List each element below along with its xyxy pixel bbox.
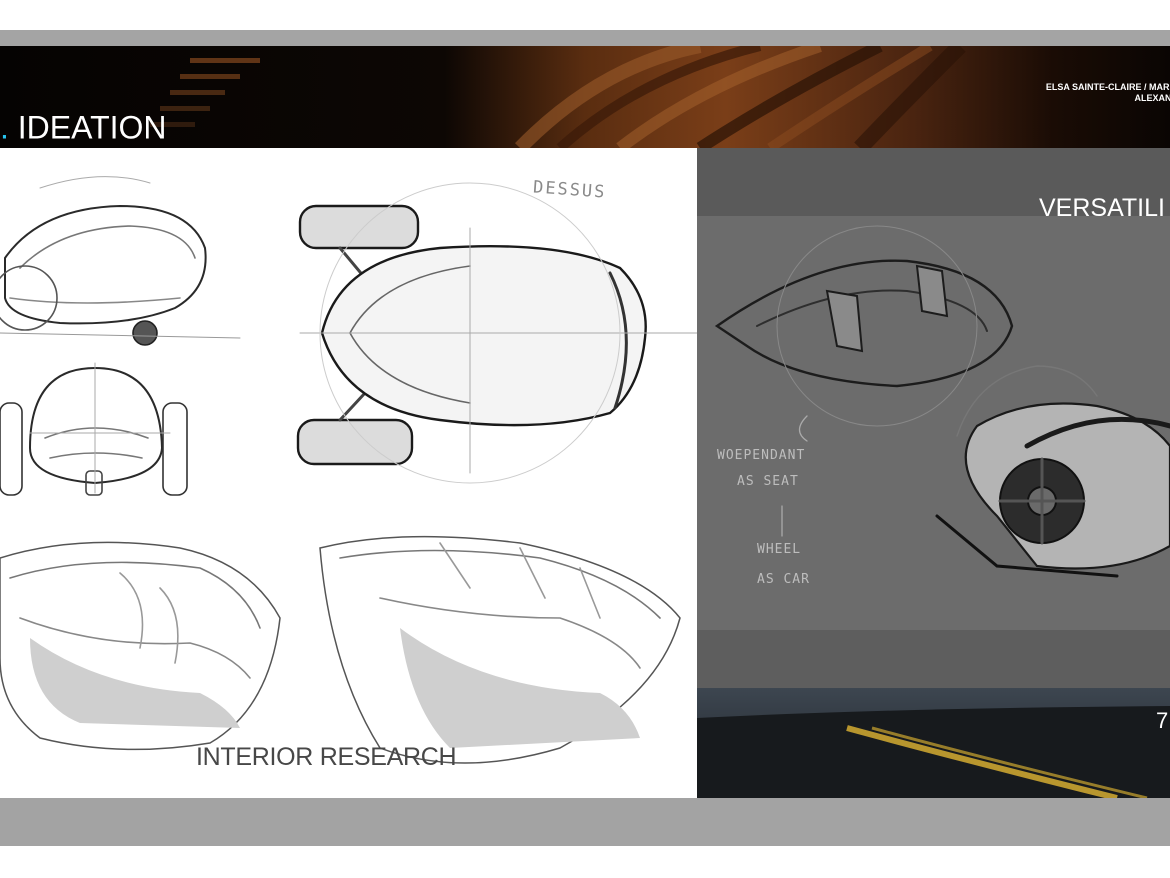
- top-view-sketch: [296, 182, 697, 484]
- credits-line-1: ELSA SAINTE-CLAIRE / MARIE: [1045, 82, 1170, 92]
- page-number: 7: [1156, 708, 1169, 733]
- author-credits: ELSA SAINTE-CLAIRE / MARIE ALEXAND: [1046, 82, 1170, 104]
- interior-research-caption: INTERIOR RESEARCH: [196, 743, 457, 771]
- interior-sketch-right: [319, 535, 681, 764]
- slide-title: . IDEATION: [0, 110, 167, 147]
- slide-frame-bottom: [0, 798, 1170, 846]
- side-view-sketch: [0, 176, 241, 346]
- front-view-sketch: [0, 362, 188, 496]
- vehicle-sketches: [0, 176, 697, 764]
- road-photo: [697, 688, 1170, 798]
- credits-line-2: ALEXAND: [1134, 93, 1170, 103]
- handwriting-line-4: AS CAR: [757, 572, 810, 587]
- handwriting-line-1: WOEPENDANT: [717, 448, 806, 463]
- versatility-mid-band: [697, 630, 1170, 688]
- title-accent: .: [0, 109, 9, 146]
- title-text: IDEATION: [8, 109, 167, 146]
- versatility-panel: VERSATILI WOEPENDANT AS SEAT WHEEL AS CA…: [697, 148, 1170, 798]
- interior-sketch-left: [0, 541, 281, 751]
- header-background-image: [0, 46, 1170, 148]
- handwriting-line-3: WHEEL: [757, 542, 802, 557]
- handwriting-line-2: AS SEAT: [737, 474, 799, 489]
- sketch-board: DESSUS INTERIOR RESEARCH: [0, 148, 697, 798]
- slide-frame-top: [0, 30, 1170, 46]
- slide-header: . IDEATION ELSA SAINTE-CLAIRE / MARIE AL…: [0, 46, 1170, 148]
- versatility-sketch: [697, 216, 1170, 630]
